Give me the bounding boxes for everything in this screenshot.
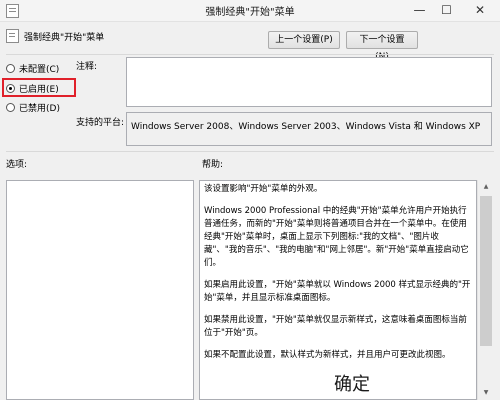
scrollbar-thumb[interactable] [480,196,492,346]
radio-dot [6,103,15,112]
options-label: 选项: [6,160,28,170]
minimize-button[interactable]: — [406,0,433,21]
supported-platforms-text: Windows Server 2008、Windows Server 2003、… [131,122,481,132]
title-bar: 强制经典"开始"菜单 — ☐ ✕ [0,0,500,22]
help-paragraph: 该设置影响"开始"菜单的外观。 [204,184,323,194]
policy-icon [6,29,19,43]
comment-textarea[interactable] [126,57,492,107]
caption-buttons: — ☐ ✕ [406,0,500,21]
help-scrollbar[interactable]: ▲ ▼ [477,180,494,400]
supported-platforms-box: Windows Server 2008、Windows Server 2003、… [126,112,492,146]
radio-dot-selected [6,84,15,93]
policy-name: 强制经典"开始"菜单 [24,33,105,43]
radio-label: 未配置(C) [19,65,60,75]
options-pane[interactable] [6,180,194,400]
radio-label: 已禁用(D) [19,104,60,114]
radio-dot [6,64,15,73]
previous-setting-button[interactable]: 上一个设置(P) [268,31,340,49]
maximize-button[interactable]: ☐ [433,0,460,21]
header-divider [6,54,494,55]
help-paragraph: 如果不配置此设置，默认样式为新样式，并且用户可更改此视图。 [204,350,451,360]
radio-not-configured[interactable]: 未配置(C) [6,62,59,75]
help-paragraph: 如果启用此设置，"开始"菜单就以 Windows 2000 样式显示经典的"开始… [204,280,471,303]
scroll-down-arrow-icon[interactable]: ▼ [478,386,494,400]
close-button[interactable]: ✕ [460,0,500,21]
section-divider [6,151,494,152]
scroll-up-arrow-icon[interactable]: ▲ [478,180,494,194]
help-pane: 该设置影响"开始"菜单的外观。 Windows 2000 Professiona… [199,180,477,400]
radio-enabled[interactable]: 已启用(E) [6,82,59,95]
help-label: 帮助: [202,160,224,170]
supported-label: 支持的平台: [76,118,125,128]
help-paragraph: 如果禁用此设置，"开始"菜单就仅显示新样式，这意味着桌面图标当前位于"开始"页。 [204,315,467,338]
radio-label: 已启用(E) [19,85,59,95]
confirm-annotation: 确定 [334,374,370,395]
comment-label: 注释: [76,62,98,72]
help-paragraph: Windows 2000 Professional 中的经典"开始"菜单允许用户… [204,206,469,268]
next-setting-button[interactable]: 下一个设置(N) [346,31,418,62]
radio-disabled[interactable]: 已禁用(D) [6,101,60,114]
